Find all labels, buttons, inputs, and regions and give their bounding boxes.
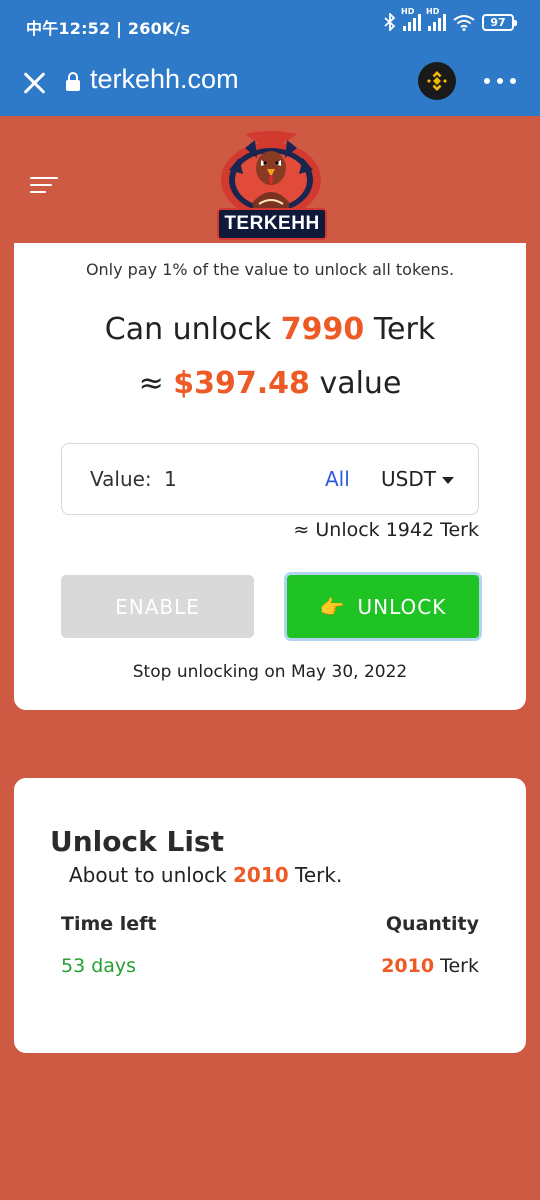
approx-unlock-text: ≈ Unlock 1942 Terk [293, 519, 479, 541]
table-cell-quantity: 2010 Terk [381, 955, 479, 977]
about-unlock-amount: 2010 [233, 863, 289, 887]
wifi-icon [453, 14, 475, 31]
value-field[interactable]: Value: 1 [90, 467, 177, 491]
value-label: Value: [90, 467, 152, 491]
unlock-list-title: Unlock List [50, 825, 224, 858]
status-bar: 中午12:52 | 260K/s HD HD 97 [0, 0, 540, 52]
unlock-description: Only pay 1% of the value to unlock all t… [85, 260, 455, 279]
bluetooth-icon [384, 13, 396, 31]
value-input-box[interactable]: Value: 1 All USDT [61, 443, 479, 515]
close-icon[interactable] [20, 68, 50, 98]
unlock-card: Only pay 1% of the value to unlock all t… [14, 243, 526, 710]
status-time-speed: 中午12:52 | 260K/s [26, 19, 191, 38]
all-button[interactable]: All [325, 467, 350, 491]
menu-icon[interactable] [30, 177, 58, 197]
can-unlock-line: Can unlock 7990 Terk [104, 312, 436, 347]
currency-select[interactable]: USDT [381, 467, 436, 491]
value-amount: $397.48 [173, 366, 310, 401]
stop-unlocking-text: Stop unlocking on May 30, 2022 [132, 662, 408, 682]
signal-icon-2: HD [426, 7, 446, 31]
turkey-mascot-icon [221, 131, 321, 218]
unlock-button[interactable]: 👉 UNLOCK [284, 572, 482, 641]
unlock-list-card: Unlock List About to unlock 2010 Terk. T… [14, 778, 526, 1053]
enable-button[interactable]: ENABLE [61, 575, 254, 638]
table-cell-time-left: 53 days [61, 955, 137, 977]
column-header-time-left: Time left [61, 913, 157, 935]
chevron-down-icon[interactable] [442, 477, 454, 484]
value-input[interactable]: 1 [164, 467, 177, 491]
can-unlock-amount: 7990 [280, 312, 365, 347]
logo-text: TERKEHH [217, 208, 327, 240]
more-options-icon[interactable] [484, 78, 516, 84]
battery-icon: 97 [482, 13, 517, 31]
unlock-button-label: UNLOCK [357, 594, 447, 619]
bnb-icon[interactable] [418, 62, 456, 100]
signal-icon: HD [401, 7, 421, 31]
terkehh-logo: TERKEHH [215, 130, 327, 244]
lock-icon [66, 72, 80, 92]
bnb-logo-icon [427, 71, 447, 91]
column-header-quantity: Quantity [385, 913, 479, 935]
url-text[interactable]: terkehh.com [90, 64, 239, 95]
unlock-list-subtitle: About to unlock 2010 Terk. [69, 863, 343, 887]
pointing-hand-icon: 👉 [319, 594, 346, 619]
browser-bar: terkehh.com [0, 52, 540, 116]
value-line: ≈ $397.48 value [138, 366, 402, 401]
